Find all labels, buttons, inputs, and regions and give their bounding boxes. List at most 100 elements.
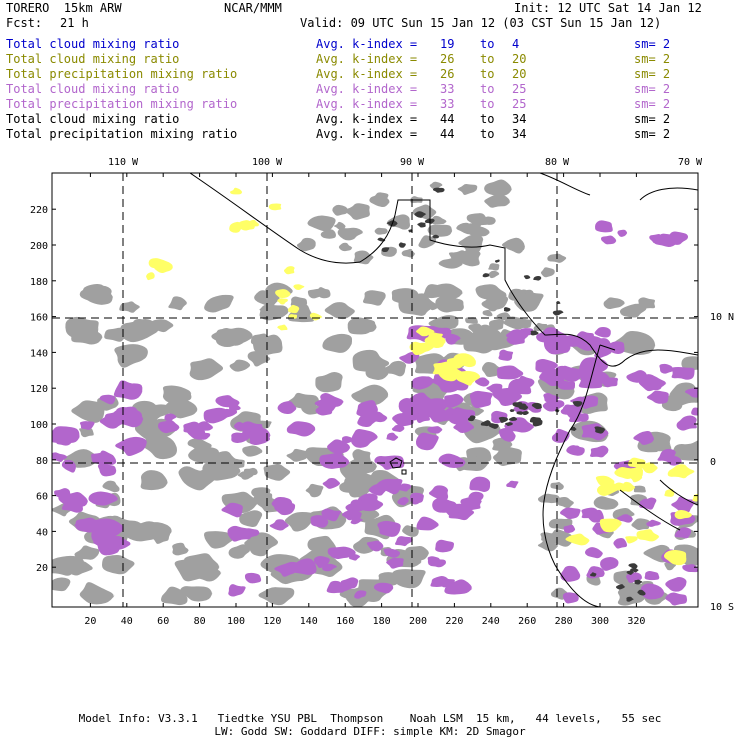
precip-region bbox=[228, 584, 246, 597]
precip-region bbox=[498, 349, 514, 361]
precip-region bbox=[600, 557, 619, 571]
precip-region bbox=[351, 429, 380, 448]
cloud-precip-fields bbox=[52, 179, 698, 607]
cloud-region bbox=[402, 525, 419, 537]
cloud-region bbox=[140, 470, 168, 491]
bottom-grid-label: 300 bbox=[591, 616, 609, 627]
precip-region bbox=[625, 536, 638, 544]
precip-region bbox=[158, 420, 180, 434]
cloud-region bbox=[114, 344, 148, 368]
convective-core bbox=[398, 242, 406, 248]
precip-region bbox=[665, 577, 687, 592]
precip-region bbox=[560, 565, 581, 582]
cloud-region bbox=[263, 463, 292, 481]
precip-region bbox=[293, 284, 306, 290]
precip-region bbox=[589, 445, 609, 458]
cloud-region bbox=[102, 480, 120, 493]
forecast-map-page: TORERO 15km ARW NCAR/MMM Init: 12 UTC Sa… bbox=[0, 0, 740, 740]
cloud-region bbox=[338, 242, 353, 252]
convective-core bbox=[509, 409, 515, 413]
precip-region bbox=[386, 432, 399, 441]
precip-region bbox=[230, 187, 243, 195]
left-grid-label: 20 bbox=[36, 563, 48, 574]
precip-region bbox=[640, 583, 665, 600]
cloud-region bbox=[337, 227, 365, 241]
cloud-region bbox=[258, 587, 295, 606]
cloud-region bbox=[374, 227, 389, 235]
cloud-region bbox=[228, 544, 251, 559]
precip-region bbox=[79, 421, 95, 430]
bottom-grid-label: 100 bbox=[227, 616, 245, 627]
cloud-region bbox=[324, 302, 357, 320]
precip-region bbox=[277, 324, 288, 331]
cloud-region bbox=[74, 545, 100, 560]
precip-region bbox=[636, 529, 660, 542]
convective-core bbox=[523, 275, 531, 280]
convective-core bbox=[417, 222, 426, 228]
left-grid-label: 200 bbox=[30, 241, 48, 252]
cloud-region bbox=[540, 267, 555, 278]
bottom-grid-label: 60 bbox=[157, 616, 169, 627]
bottom-grid-label: 200 bbox=[409, 616, 427, 627]
precip-region bbox=[183, 421, 200, 435]
cloud-region bbox=[362, 290, 386, 306]
left-grid-label: 140 bbox=[30, 348, 48, 359]
precip-region bbox=[416, 516, 440, 531]
longitude-label: 110 W bbox=[108, 157, 139, 168]
cloud-region bbox=[168, 296, 188, 311]
bottom-grid-label: 180 bbox=[373, 616, 391, 627]
precip-region bbox=[268, 203, 282, 211]
precip-region bbox=[286, 421, 317, 437]
bottom-grid-label: 80 bbox=[194, 616, 206, 627]
precip-region bbox=[97, 463, 117, 477]
cloud-region bbox=[305, 483, 324, 498]
cloud-region bbox=[65, 316, 99, 340]
precip-region bbox=[691, 407, 698, 416]
cloud-region bbox=[391, 569, 426, 589]
left-grid-label: 40 bbox=[36, 527, 48, 538]
precip-region bbox=[617, 229, 628, 237]
precip-region bbox=[283, 266, 295, 275]
left-grid-label: 60 bbox=[36, 492, 48, 503]
precip-region bbox=[671, 367, 695, 380]
bottom-grid-label: 120 bbox=[263, 616, 281, 627]
precip-region bbox=[115, 436, 147, 457]
cloud-region bbox=[322, 333, 353, 353]
cloud-region bbox=[633, 485, 646, 493]
longitude-label: 70 W bbox=[678, 157, 703, 168]
cloud-region bbox=[150, 531, 171, 544]
precip-region bbox=[659, 363, 674, 374]
precip-region bbox=[146, 272, 155, 281]
map-plot: 20 40 60 80 100 120 140 160 180 200 220 20 40 60 80 100… bbox=[30, 157, 734, 627]
precip-region bbox=[585, 547, 604, 559]
cloud-region bbox=[79, 582, 116, 605]
precip-region bbox=[438, 453, 466, 468]
convective-core bbox=[482, 273, 490, 278]
convective-core bbox=[503, 307, 511, 312]
convective-core bbox=[494, 259, 500, 263]
precip-region bbox=[322, 477, 341, 489]
cloud-region bbox=[484, 193, 511, 208]
longitude-label: 100 W bbox=[252, 157, 283, 168]
precip-region bbox=[415, 432, 439, 451]
cloud-region bbox=[52, 577, 71, 592]
bottom-grid-label: 20 bbox=[84, 616, 96, 627]
cloud-region bbox=[189, 358, 226, 381]
cloud-region bbox=[344, 203, 371, 220]
convective-core bbox=[532, 419, 543, 427]
precip-region bbox=[646, 390, 669, 404]
precip-region bbox=[277, 298, 289, 305]
cloud-region bbox=[488, 270, 500, 279]
cloud-region bbox=[307, 215, 336, 232]
precip-region bbox=[469, 390, 493, 409]
left-grid-label: 180 bbox=[30, 277, 48, 288]
longitude-label: 80 W bbox=[545, 157, 570, 168]
latitude-label: 0 bbox=[710, 457, 716, 468]
precip-region bbox=[692, 493, 698, 502]
left-grid-label: 120 bbox=[30, 384, 48, 395]
cloud-region bbox=[172, 542, 189, 556]
precip-region bbox=[594, 327, 611, 338]
cloud-region bbox=[211, 328, 249, 346]
cloud-region bbox=[619, 303, 647, 318]
bottom-grid-label: 260 bbox=[518, 616, 536, 627]
